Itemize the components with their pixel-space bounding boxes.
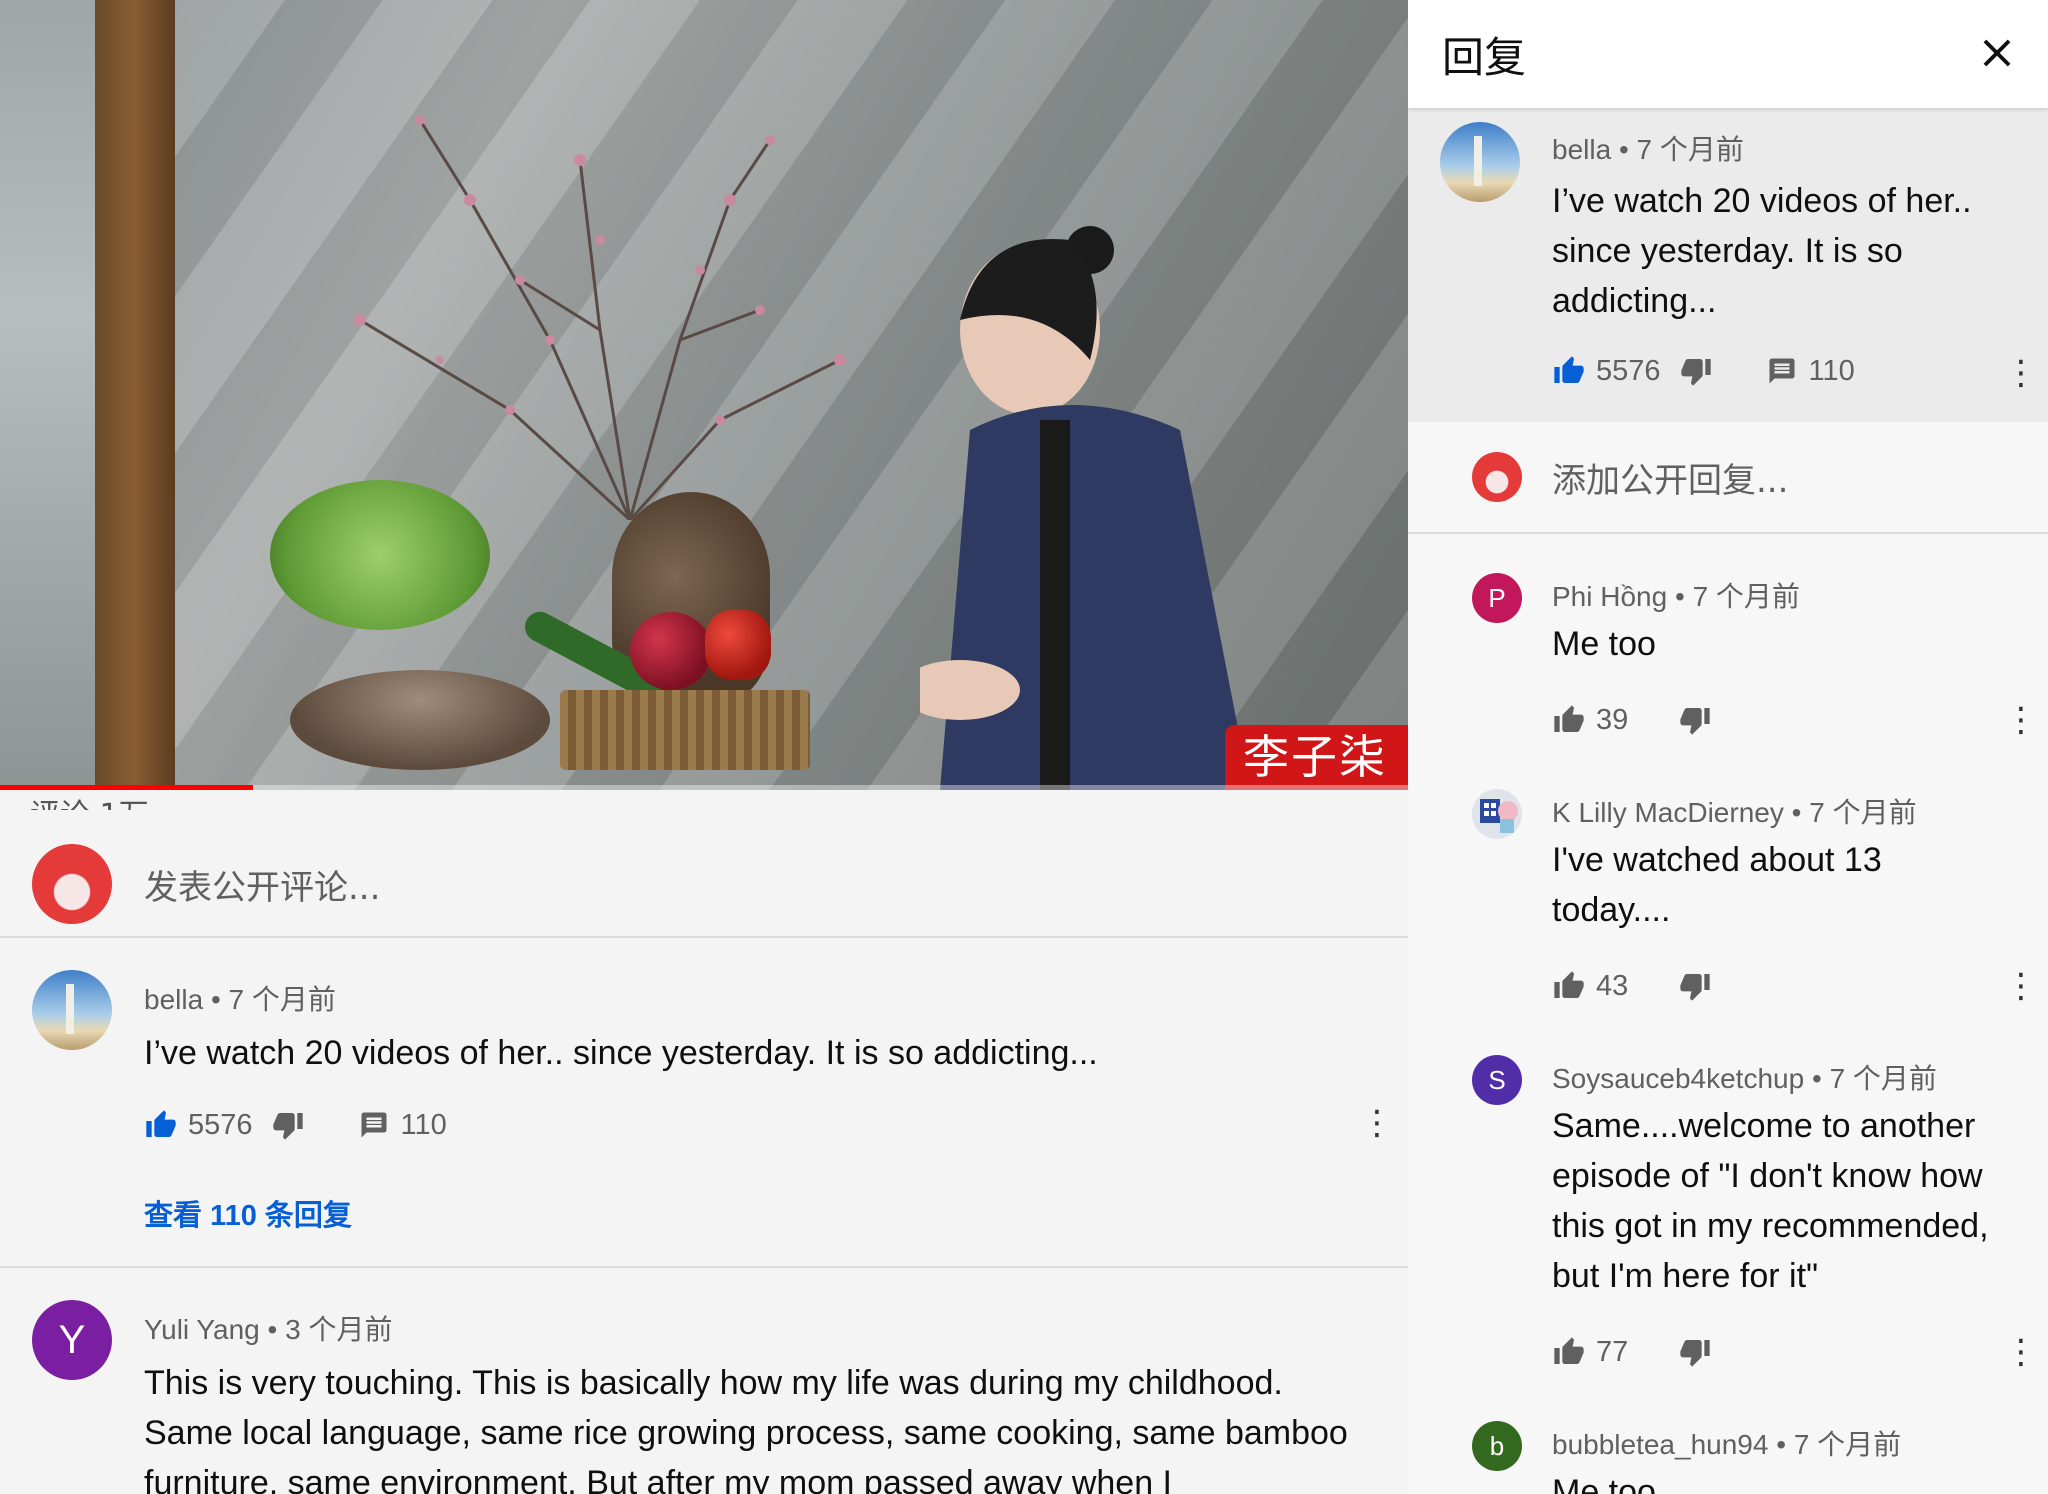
- more-options-icon[interactable]: ⋮: [2004, 1335, 2038, 1369]
- comment-meta: Yuli Yang • 3 个月前: [144, 1314, 393, 1345]
- comment-item: Y Yuli Yang • 3 个月前 This is very touchin…: [0, 1300, 1408, 1494]
- reply-time: 7 个月前: [1793, 1429, 1902, 1460]
- comment-text: This is very touching. This is basically…: [144, 1364, 1348, 1494]
- reply-actions: 43: [1552, 969, 1712, 1003]
- reply-meta: bubbletea_hun94 • 7 个月前: [1552, 1429, 1902, 1460]
- reply-text: I've watched about 13 today....: [1552, 841, 1882, 929]
- divider: [0, 1266, 1408, 1268]
- reply-text: Me too: [1552, 625, 1656, 663]
- thumb-up-icon[interactable]: [1552, 354, 1586, 388]
- app: 李子柒 评论 1万 发表公开评论... bella • 7 个月前 I’ve w…: [0, 0, 2048, 1494]
- reply-author[interactable]: bubbletea_hun94: [1552, 1429, 1768, 1460]
- user-avatar: [1472, 452, 1522, 502]
- reply-count: 110: [1808, 354, 1855, 387]
- comment-text: I’ve watch 20 videos of her.. since yest…: [1552, 182, 1972, 320]
- reply-item: K Lilly MacDierney • 7 个月前 I've watched …: [1408, 789, 2048, 1029]
- main-column: 李子柒 评论 1万 发表公开评论... bella • 7 个月前 I’ve w…: [0, 0, 1408, 1494]
- view-replies-link[interactable]: 查看 110 条回复: [144, 1192, 352, 1234]
- reply-text: Me too: [1552, 1473, 1656, 1494]
- video-player[interactable]: 李子柒: [0, 0, 1408, 790]
- avatar-image: [1480, 799, 1518, 833]
- comment-author[interactable]: Yuli Yang: [144, 1314, 260, 1345]
- comment-item: bella • 7 个月前 I’ve watch 20 videos of he…: [0, 970, 1408, 1270]
- reply-author[interactable]: K Lilly MacDierney: [1552, 797, 1784, 828]
- reply-meta: Soysauceb4ketchup • 7 个月前: [1552, 1063, 1937, 1094]
- more-options-icon[interactable]: ⋮: [2004, 969, 2038, 1003]
- comment-author[interactable]: bella: [1552, 134, 1611, 165]
- reply-item: P Phi Hồng • 7 个月前 Me too 39 ⋮: [1408, 573, 2048, 773]
- reply-time: 7 个月前: [1692, 581, 1800, 612]
- reply-item: S Soysauceb4ketchup • 7 个月前 Same....welc…: [1408, 1055, 2048, 1385]
- more-options-icon[interactable]: ⋮: [2004, 356, 2038, 390]
- reply-compose[interactable]: 添加公开回复...: [1408, 422, 2048, 534]
- replier-avatar[interactable]: P: [1472, 573, 1522, 623]
- user-avatar: [32, 844, 112, 924]
- replier-avatar[interactable]: S: [1472, 1055, 1522, 1105]
- comment-time: 3 个月前: [285, 1314, 393, 1345]
- reply-author[interactable]: Phi Hồng: [1552, 581, 1667, 612]
- comment-meta: bella • 7 个月前: [144, 984, 336, 1015]
- reply-icon[interactable]: [1765, 354, 1799, 388]
- thumb-up-icon[interactable]: [144, 1108, 178, 1142]
- reply-meta: K Lilly MacDierney • 7 个月前: [1552, 797, 1917, 828]
- parent-comment: bella • 7 个月前 I’ve watch 20 videos of he…: [1408, 108, 2048, 422]
- comment-time: 7 个月前: [228, 984, 336, 1015]
- comment-time: 7 个月前: [1636, 134, 1744, 165]
- reply-time: 7 个月前: [1829, 1063, 1937, 1094]
- comment-compose[interactable]: 发表公开评论...: [0, 832, 1408, 938]
- replier-avatar[interactable]: [1472, 789, 1522, 839]
- reply-input-placeholder[interactable]: 添加公开回复...: [1552, 453, 1788, 502]
- reply-actions: 39: [1552, 703, 1712, 737]
- reply-panel-title: 回复: [1442, 33, 1527, 82]
- commenter-avatar[interactable]: [1440, 122, 1520, 202]
- comment-author[interactable]: bella: [144, 984, 203, 1015]
- reply-author[interactable]: Soysauceb4ketchup: [1552, 1063, 1804, 1094]
- reply-panel: 回复 bella • 7 个月前 I’ve watch 20 videos of…: [1408, 0, 2048, 1494]
- thumb-down-icon[interactable]: [1679, 354, 1713, 388]
- more-options-icon[interactable]: ⋮: [1360, 1106, 1394, 1140]
- channel-watermark: 李子柒: [1225, 725, 1408, 790]
- thumb-up-icon[interactable]: [1552, 703, 1586, 737]
- like-count: 39: [1596, 703, 1629, 736]
- thumb-down-icon[interactable]: [271, 1108, 305, 1142]
- replier-avatar[interactable]: b: [1472, 1421, 1522, 1471]
- commenter-avatar[interactable]: [32, 970, 112, 1050]
- comment-actions: 5576 110: [1552, 354, 1855, 388]
- like-count: 77: [1596, 1335, 1629, 1368]
- comment-actions: 5576 110: [144, 1108, 447, 1142]
- reply-text: Same....welcome to another episode of "I…: [1552, 1107, 1989, 1295]
- reply-panel-header: 回复: [1408, 0, 2048, 108]
- person-figure: [920, 226, 1250, 790]
- like-count: 5576: [1596, 354, 1661, 387]
- thumb-up-icon[interactable]: [1552, 969, 1586, 1003]
- close-icon[interactable]: [1974, 30, 2020, 76]
- comments-header: 评论 1万: [30, 790, 149, 810]
- video-progress-bar[interactable]: [0, 785, 1408, 790]
- more-options-icon[interactable]: ⋮: [2004, 703, 2038, 737]
- thumb-down-icon[interactable]: [1678, 703, 1712, 737]
- thumb-down-icon[interactable]: [1678, 969, 1712, 1003]
- commenter-avatar[interactable]: Y: [32, 1300, 112, 1380]
- flower-branches: [354, 115, 846, 520]
- reply-icon[interactable]: [357, 1108, 391, 1142]
- reply-actions: 77: [1552, 1335, 1712, 1369]
- comment-input-placeholder[interactable]: 发表公开评论...: [144, 860, 380, 909]
- thumb-down-icon[interactable]: [1678, 1335, 1712, 1369]
- comment-text: I’ve watch 20 videos of her.. since yest…: [144, 1034, 1098, 1072]
- reply-item: b bubbletea_hun94 • 7 个月前 Me too: [1408, 1421, 2048, 1494]
- reply-time: 7 个月前: [1809, 797, 1917, 828]
- reply-meta: Phi Hồng • 7 个月前: [1552, 581, 1800, 612]
- like-count: 5576: [188, 1108, 253, 1141]
- comment-meta: bella • 7 个月前: [1552, 134, 1744, 165]
- like-count: 43: [1596, 969, 1629, 1002]
- thumb-up-icon[interactable]: [1552, 1335, 1586, 1369]
- reply-count: 110: [400, 1108, 447, 1141]
